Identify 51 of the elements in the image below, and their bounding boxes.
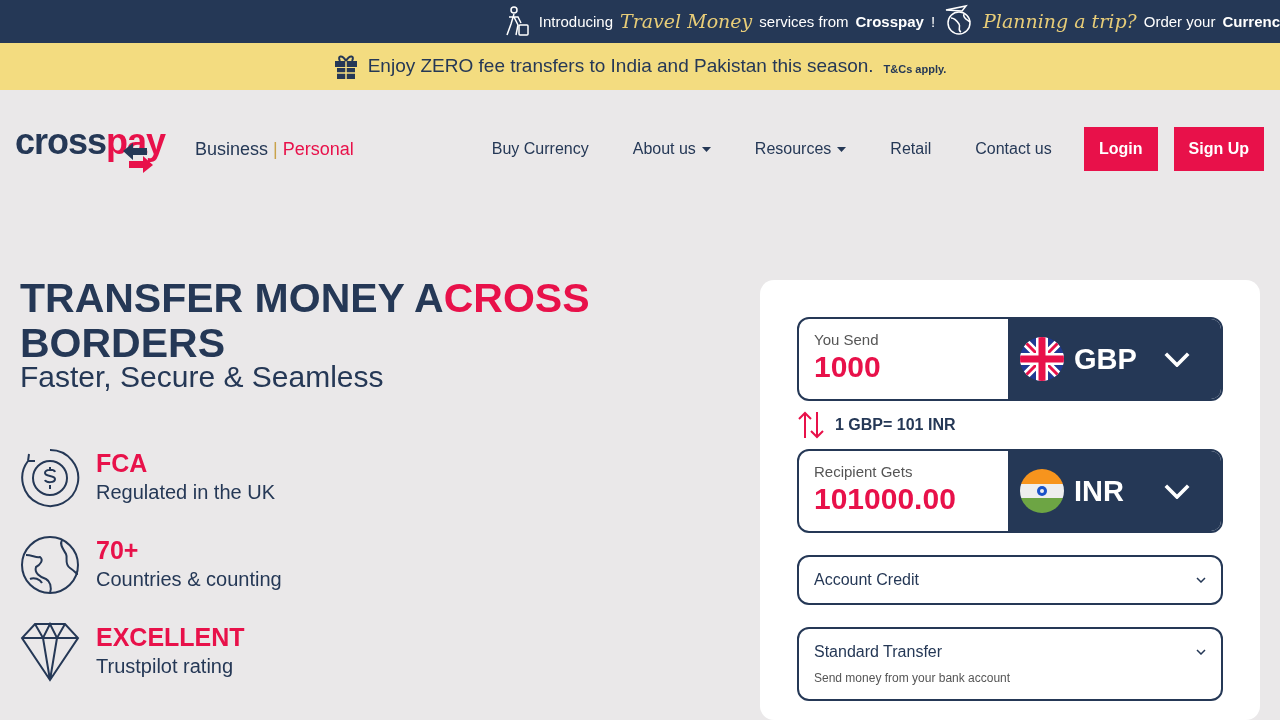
globe-icon [20,535,80,595]
nav-link[interactable]: About us [632,140,711,159]
chevron-down-icon [1163,350,1191,368]
ticker-text: ! [930,12,936,30]
ticker-text: Crosspay [855,12,924,30]
headline-text: CROSS [443,275,590,321]
nav-link[interactable]: Buy Currency [491,140,589,159]
divider-text: | [273,138,278,160]
feature-title: 70+ [96,535,140,565]
swap-arrows-icon[interactable] [797,410,827,440]
signup-button[interactable]: Sign Up [1173,127,1264,172]
transfer-speed-select[interactable]: Standard Transfer Send money from your bank account [797,627,1223,701]
dollar-coin-icon [20,448,80,508]
amount-input[interactable]: 101000.00 [814,482,993,516]
payout-method-select[interactable]: Account Credit [797,555,1223,605]
amount-input[interactable]: 1000 [814,350,993,384]
segment-link[interactable]: Personal [282,138,354,160]
gift-icon [333,53,358,80]
field-label: You Send [814,331,880,348]
feature-text: Countries & counting [96,567,282,592]
currency-select[interactable]: GBP [1008,319,1221,399]
union-jack-flag-icon [1020,337,1064,381]
ticker-text: Currenc [1222,12,1280,30]
chevron-down-icon [1196,577,1206,583]
caret-icon [837,146,847,152]
chevron-down-icon [1196,649,1206,655]
feature-title: FCA [96,448,149,478]
india-flag-icon [1020,469,1064,513]
terms-link[interactable]: T&Cs apply. [883,62,947,75]
diamond-icon [20,622,80,682]
login-button[interactable]: Login [1084,127,1158,172]
ticker-text: Planning a trip? [983,10,1137,33]
exchange-rate: 1 GBP= 101 INR [835,416,956,434]
feature-text: Trustpilot rating [96,654,235,679]
segment-link[interactable]: Business [195,138,269,160]
logo-text: cross [15,124,107,161]
nav-link[interactable]: Resources [754,140,847,159]
headline-text: TRANSFER MONEY A [20,275,444,321]
ticker-text: Introducing [538,12,614,30]
field-label: Recipient Gets [814,463,914,480]
caret-icon [701,146,711,152]
feature-title: EXCELLENT [96,622,245,652]
promo-text: Enjoy ZERO fee transfers to India and Pakistan this season. [367,55,874,78]
ticker-text: services from [759,12,849,30]
ticker-text: Order your [1143,12,1216,30]
currency-select[interactable]: INR [1008,451,1221,531]
chevron-down-icon [1163,482,1191,500]
feature-text: Regulated in the UK [96,480,275,505]
nav-link[interactable]: Retail [890,140,932,159]
nav-link[interactable]: Contact us [975,140,1052,159]
ticker-text: Travel Money [620,10,753,33]
